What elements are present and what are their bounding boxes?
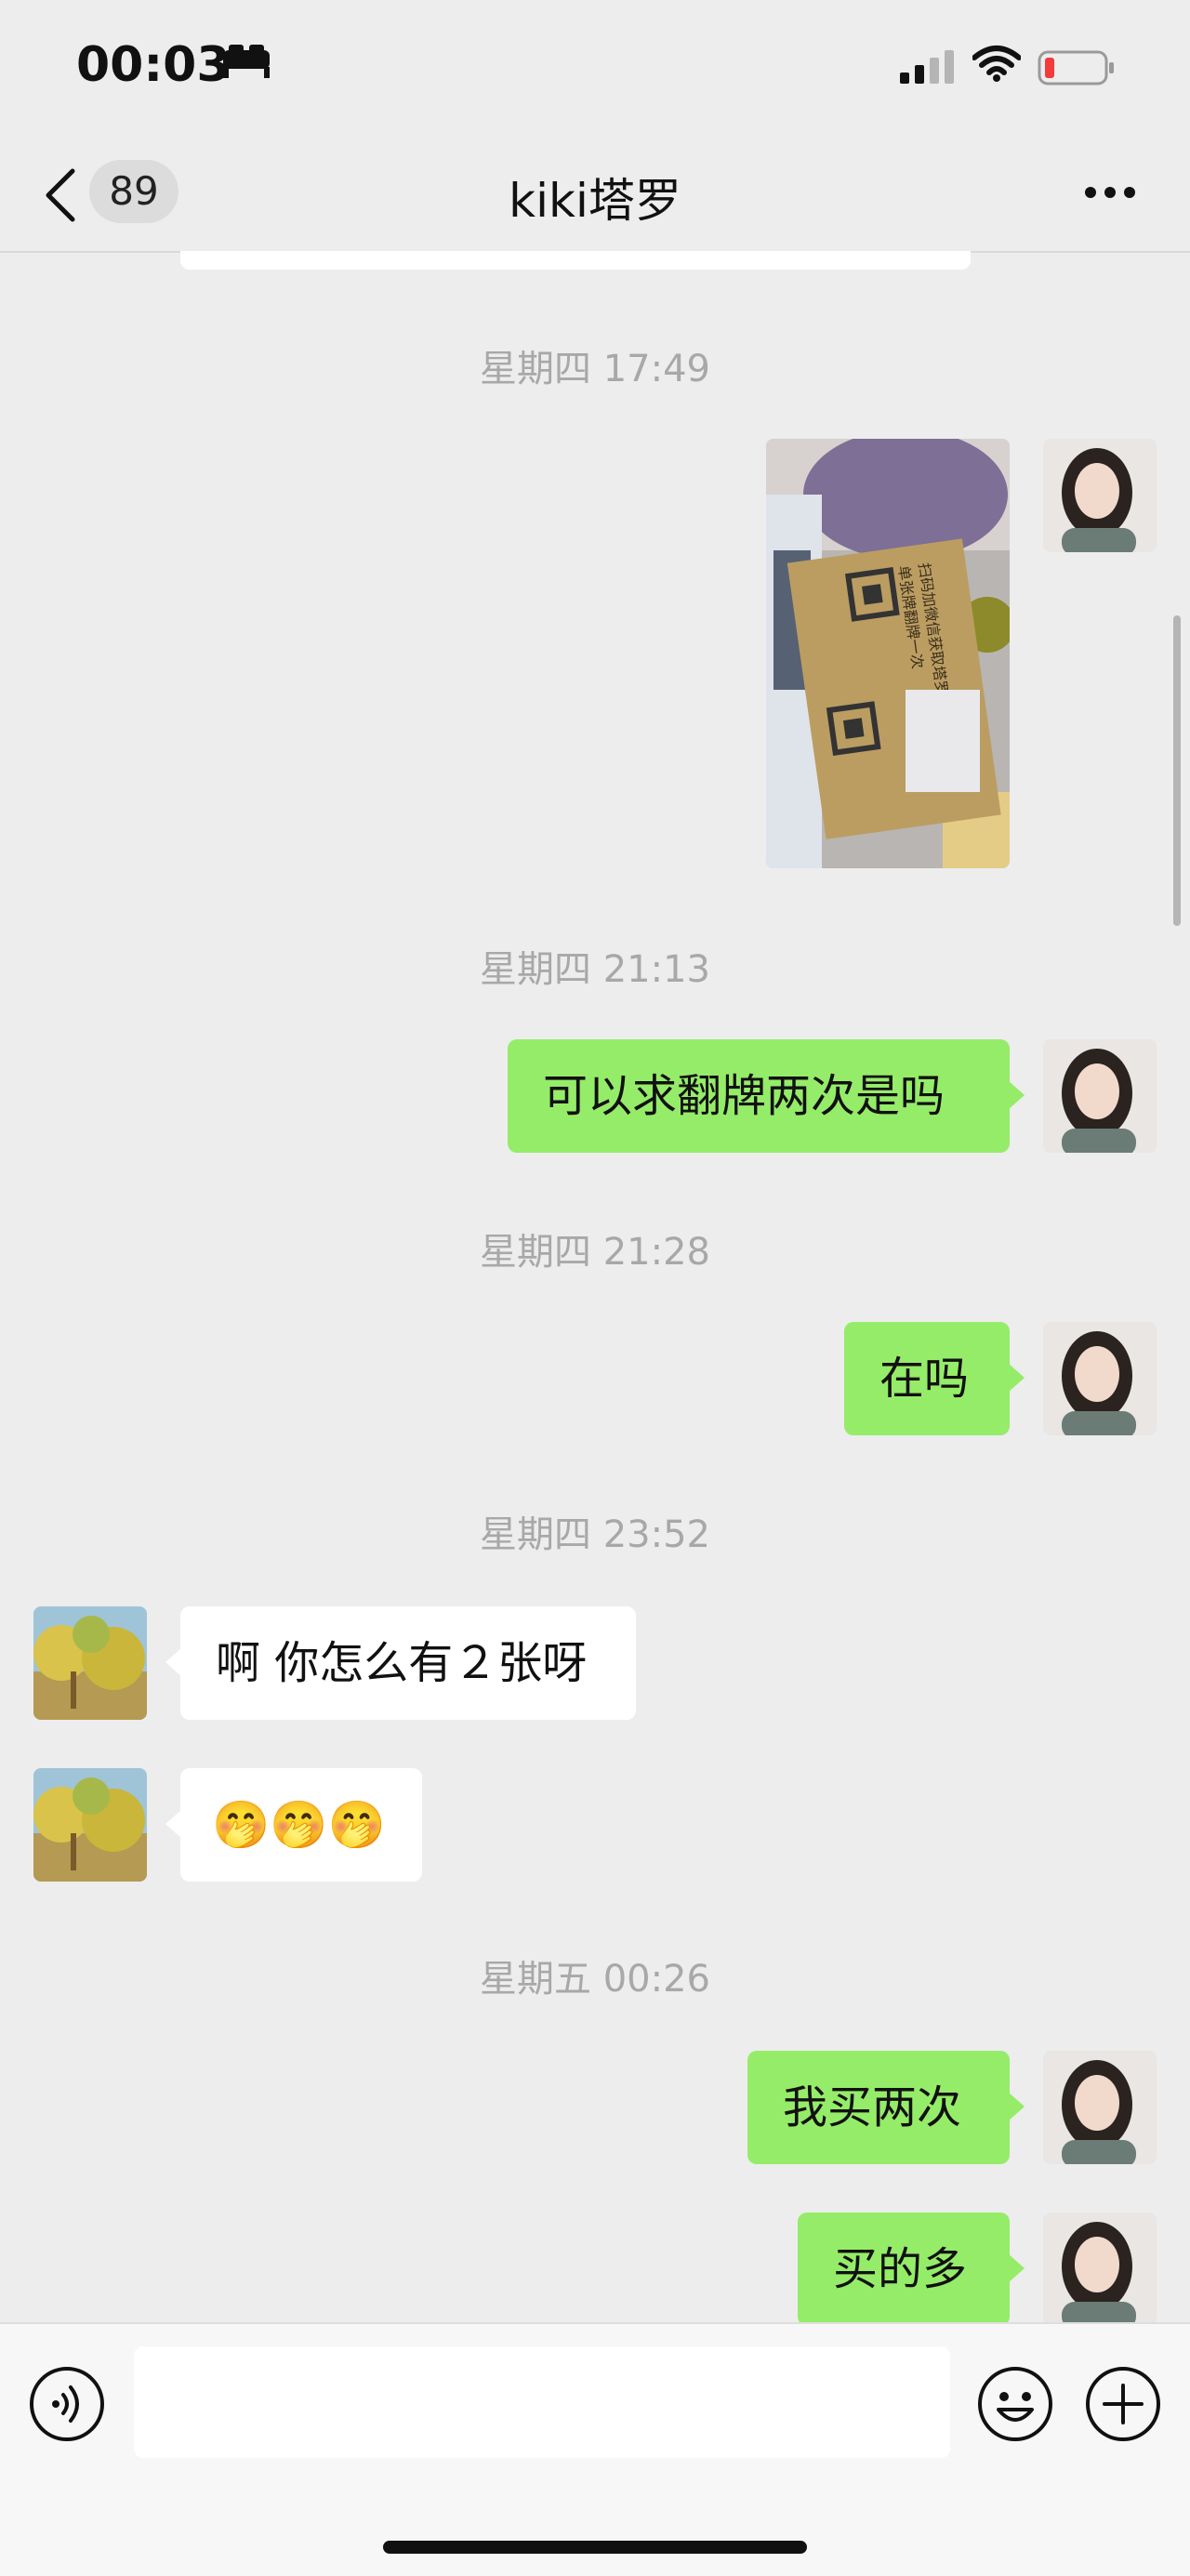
sent-message-bubble[interactable]: 在吗: [844, 1322, 1025, 1435]
message-text: 在吗: [879, 1353, 970, 1405]
more-dots-icon[interactable]: [1084, 186, 1136, 199]
timestamp: 星期四 21:28: [480, 1231, 710, 1274]
image-message[interactable]: 扫码加微信获取塔罗牌 单张牌翻牌一次: [766, 439, 1010, 868]
timestamp: 星期四 17:49: [480, 348, 710, 390]
message-text: 啊 你怎么有２张呀: [216, 1637, 588, 1689]
bubble-tail: [1008, 1363, 1025, 1393]
chat-title: kiki塔罗: [509, 174, 681, 228]
message-text: 买的多: [833, 2243, 968, 2295]
received-message-bubble[interactable]: 🤭🤭🤭: [165, 1768, 422, 1882]
my-avatar[interactable]: [1043, 2051, 1157, 2164]
sent-message-bubble[interactable]: 我买两次: [747, 2051, 1025, 2164]
message-text: 可以求翻牌两次是吗: [543, 1070, 945, 1122]
emoji-text: 🤭🤭🤭: [212, 1798, 386, 1852]
timestamp: 星期四 23:52: [480, 1513, 710, 1556]
input-bar: [0, 2322, 1190, 2576]
message-list[interactable]: 星期四 17:49 扫码加微信获取塔罗牌 单张牌翻牌一次 星期四 21:13 可…: [0, 251, 1190, 2322]
plus-circle-icon[interactable]: [1084, 2365, 1162, 2443]
bubble-tail: [165, 1809, 182, 1839]
bubble-tail: [1008, 1080, 1025, 1110]
my-avatar[interactable]: [1043, 2213, 1157, 2322]
bubble-tail: [1008, 2253, 1025, 2283]
my-avatar[interactable]: [1043, 1039, 1157, 1153]
bubble-tail: [165, 1647, 182, 1677]
status-time: 00:03: [76, 37, 231, 93]
emoji-icon[interactable]: [976, 2365, 1054, 2443]
sent-message-bubble[interactable]: 可以求翻牌两次是吗: [508, 1039, 1025, 1153]
battery-low-icon: [1038, 50, 1114, 86]
message-input[interactable]: [134, 2346, 950, 2458]
contact-avatar[interactable]: [33, 1606, 147, 1720]
received-message-bubble[interactable]: 啊 你怎么有２张呀: [165, 1606, 636, 1720]
home-indicator[interactable]: [383, 2541, 807, 2554]
timestamp: 星期四 21:13: [480, 948, 710, 991]
tarot-envelope-photo: 扫码加微信获取塔罗牌 单张牌翻牌一次: [766, 439, 1010, 868]
status-bar: 00:03: [0, 0, 1190, 139]
message-text: 我买两次: [783, 2081, 962, 2133]
cellular-signal-icon: [900, 50, 954, 84]
contact-avatar[interactable]: [33, 1768, 147, 1882]
previous-message-bubble: [180, 251, 971, 270]
bubble-tail: [1008, 2092, 1025, 2121]
my-avatar[interactable]: [1043, 439, 1157, 552]
timestamp: 星期五 00:26: [480, 1958, 710, 2001]
voice-icon[interactable]: [28, 2365, 106, 2443]
wifi-icon: [972, 46, 1021, 82]
scrollbar[interactable]: [1173, 615, 1181, 926]
bed-icon: [223, 45, 270, 78]
sent-message-bubble[interactable]: 买的多: [798, 2213, 1025, 2322]
my-avatar[interactable]: [1043, 1322, 1157, 1435]
